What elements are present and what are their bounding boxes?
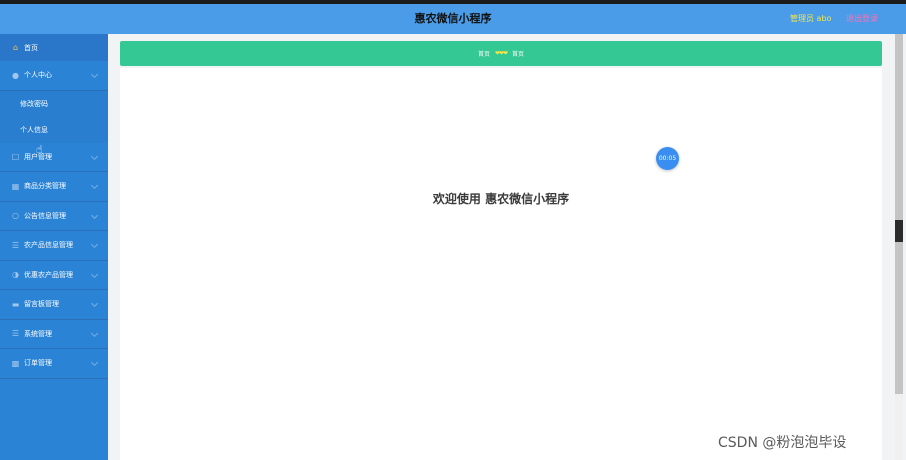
personal-center-submenu: 修改密码 个人信息 bbox=[0, 90, 108, 143]
sidebar-item-label: 农产品信息管理 bbox=[24, 241, 73, 250]
sidebar-item-discount-management[interactable]: ◑ 优惠农产品管理 bbox=[0, 261, 108, 290]
chevron-down-icon bbox=[90, 329, 99, 337]
users-icon: □ bbox=[11, 152, 20, 162]
sidebar-item-personal-center[interactable]: ● 个人中心 bbox=[0, 61, 108, 91]
chevron-down-icon bbox=[90, 152, 99, 160]
sidebar-item-notice-management[interactable]: ○ 公告信息管理 bbox=[0, 202, 108, 231]
discount-icon: ◑ bbox=[12, 270, 19, 280]
chevron-down-icon bbox=[90, 270, 99, 278]
sidebar-menu: ⌂ 首页 ● 个人中心 修改密码 个人信息 □ 用户管理 ▦ 商品分类管理 ○ … bbox=[0, 34, 108, 460]
sidebar-item-label: 商品分类管理 bbox=[24, 182, 66, 191]
sidebar-item-label: 公告信息管理 bbox=[24, 211, 66, 220]
system-icon: ☰ bbox=[11, 329, 20, 339]
sidebar-item-label: 优惠农产品管理 bbox=[24, 270, 73, 279]
message-icon: ▬ bbox=[11, 299, 20, 309]
admin-username: 管理员 abo bbox=[790, 14, 832, 23]
sidebar-subitem-change-password[interactable]: 修改密码 bbox=[0, 91, 108, 117]
sidebar-item-label: 系统管理 bbox=[24, 329, 52, 338]
user-icon: ● bbox=[12, 70, 19, 80]
chevron-down-icon bbox=[90, 70, 99, 79]
list-icon: ☰ bbox=[11, 240, 20, 250]
notice-icon: ○ bbox=[12, 211, 19, 221]
chevron-down-icon bbox=[90, 358, 99, 367]
scrollbar-thumb[interactable] bbox=[895, 34, 903, 394]
sidebar-item-product-management[interactable]: ☰ 农产品信息管理 bbox=[0, 231, 108, 261]
hand-cursor-icon: ☝ bbox=[36, 143, 43, 156]
category-icon: ▦ bbox=[11, 181, 20, 191]
vertical-scrollbar[interactable] bbox=[895, 34, 903, 460]
sidebar-item-system-management[interactable]: ☰ 系统管理 bbox=[0, 320, 108, 349]
breadcrumb: 首页 ❤❤❤ 首页 bbox=[120, 41, 882, 66]
home-icon: ⌂ bbox=[12, 43, 19, 52]
sidebar-subitem-profile[interactable]: 个人信息 bbox=[0, 117, 108, 143]
heart-separator-icon: ❤❤❤ bbox=[494, 50, 508, 57]
order-icon: ▩ bbox=[11, 358, 20, 368]
sidebar-item-label: 首页 bbox=[24, 43, 38, 52]
sidebar-item-user-management[interactable]: □ 用户管理 bbox=[0, 143, 108, 172]
sidebar-item-message-board[interactable]: ▬ 留言板管理 bbox=[0, 290, 108, 320]
chevron-down-icon bbox=[90, 240, 99, 249]
sidebar-item-home[interactable]: ⌂ 首页 bbox=[0, 34, 108, 61]
chevron-down-icon bbox=[90, 181, 99, 190]
sidebar-item-label: 留言板管理 bbox=[24, 300, 59, 309]
logout-link[interactable]: 退出登录 bbox=[846, 4, 878, 34]
welcome-heading: 欢迎使用 惠农微信小程序 bbox=[432, 192, 570, 206]
breadcrumb-current: 首页 bbox=[512, 51, 525, 58]
scrollbar-marker bbox=[895, 220, 903, 242]
sidebar-item-label: 个人中心 bbox=[24, 71, 52, 80]
breadcrumb-home[interactable]: 首页 bbox=[478, 49, 490, 58]
sidebar-item-category-management[interactable]: ▦ 商品分类管理 bbox=[0, 172, 108, 202]
chevron-down-icon bbox=[90, 299, 99, 308]
sidebar-item-label: 订单管理 bbox=[24, 359, 52, 368]
top-header: 惠农微信小程序 管理员 abo 退出登录 bbox=[0, 4, 906, 34]
app-title: 惠农微信小程序 bbox=[414, 12, 492, 25]
sidebar-item-order-management[interactable]: ▩ 订单管理 bbox=[0, 349, 108, 379]
watermark: CSDN @粉泡泡毕设 bbox=[718, 435, 847, 451]
timer-badge: 00:05 bbox=[656, 147, 679, 170]
main-panel bbox=[120, 68, 882, 460]
chevron-down-icon bbox=[90, 211, 99, 219]
